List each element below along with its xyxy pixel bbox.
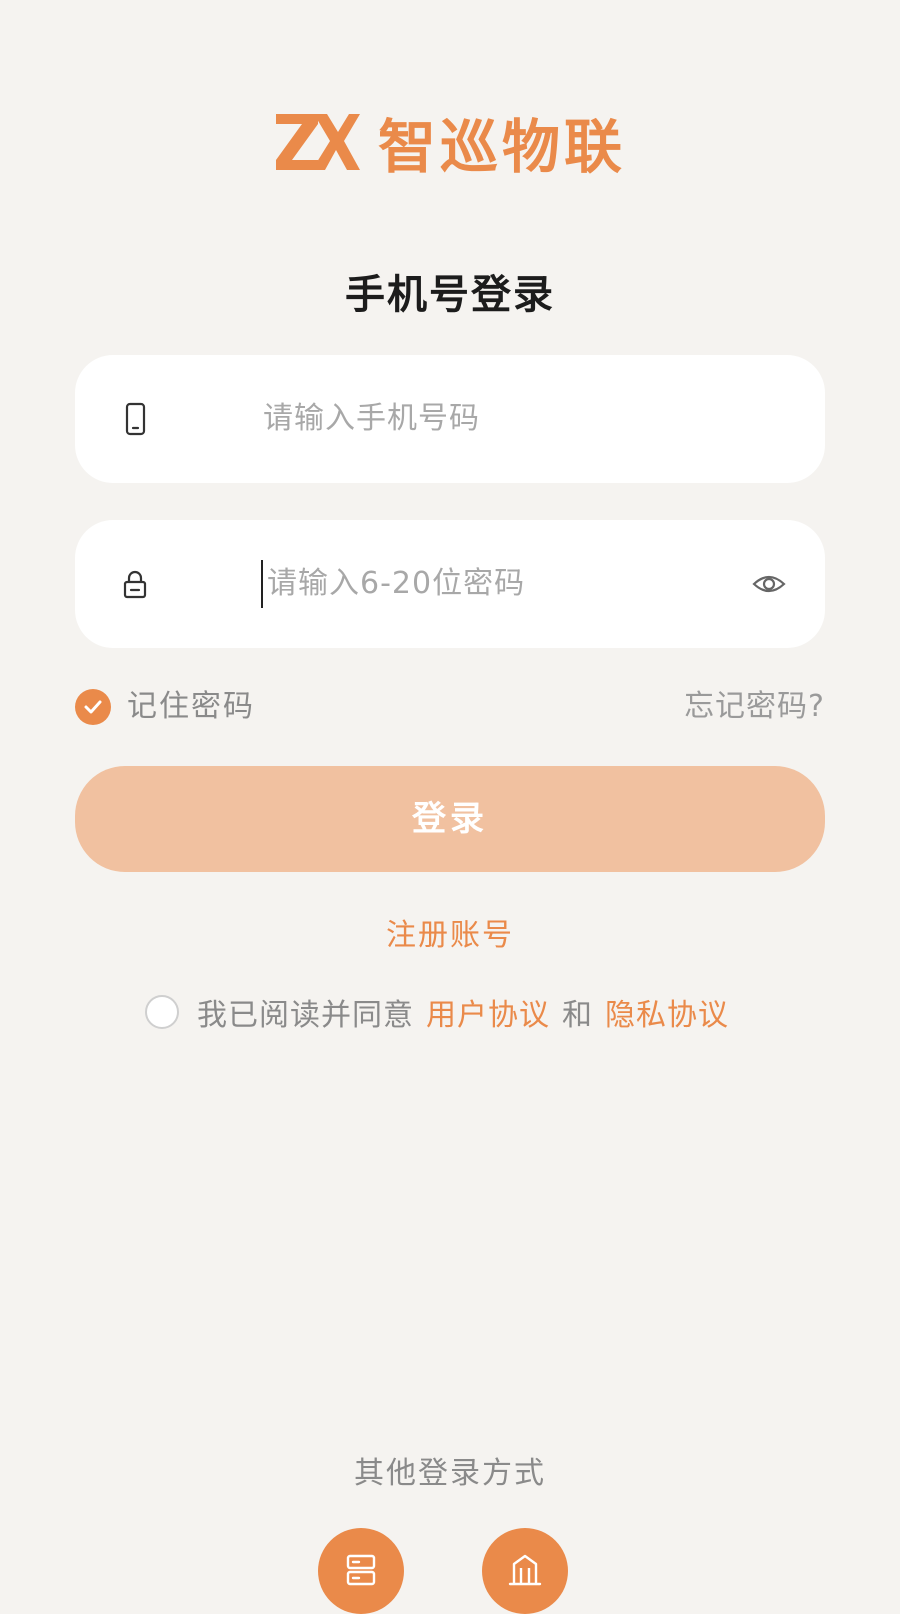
login-button[interactable]: 登录 xyxy=(75,766,825,872)
register-link[interactable]: 注册账号 xyxy=(0,910,900,954)
agreement-and: 和 xyxy=(562,998,593,1033)
privacy-agreement-link[interactable]: 隐私协议 xyxy=(605,990,729,1034)
user-agreement-link[interactable]: 用户协议 xyxy=(426,990,550,1034)
alt-login-button-building[interactable] xyxy=(482,1528,568,1614)
eye-icon[interactable] xyxy=(751,566,787,602)
agreement-row: 我已阅读并同意 用户协议 和 隐私协议 xyxy=(145,990,729,1034)
check-icon xyxy=(84,700,102,714)
other-login-label: 其他登录方式 xyxy=(354,1456,546,1491)
phone-icon xyxy=(115,399,155,439)
app-logo: 智巡物联 xyxy=(0,100,900,184)
remember-label[interactable]: 记住密码 xyxy=(127,685,255,729)
password-input[interactable]: 请输入6-20位密码 xyxy=(75,520,825,648)
forgot-password-link[interactable]: 忘记密码? xyxy=(684,685,825,729)
lock-icon xyxy=(115,564,155,604)
phone-input[interactable]: 请输入手机号码 xyxy=(75,355,825,483)
brand-name: 智巡物联 xyxy=(377,113,626,181)
remember-row: 记住密码 忘记密码? xyxy=(75,685,825,729)
building-icon xyxy=(508,1554,542,1586)
password-placeholder: 请输入6-20位密码 xyxy=(267,566,526,601)
alt-login-button-server[interactable] xyxy=(318,1528,404,1614)
text-cursor xyxy=(261,560,263,608)
agreement-checkbox[interactable] xyxy=(145,995,179,1029)
agreement-prefix: 我已阅读并同意 xyxy=(197,998,414,1033)
zx-logo-mark-icon xyxy=(274,112,360,172)
page-title: 手机号登录 xyxy=(345,272,555,318)
phone-placeholder: 请输入手机号码 xyxy=(263,401,480,436)
server-icon xyxy=(346,1554,376,1586)
remember-checkbox[interactable] xyxy=(75,689,111,725)
